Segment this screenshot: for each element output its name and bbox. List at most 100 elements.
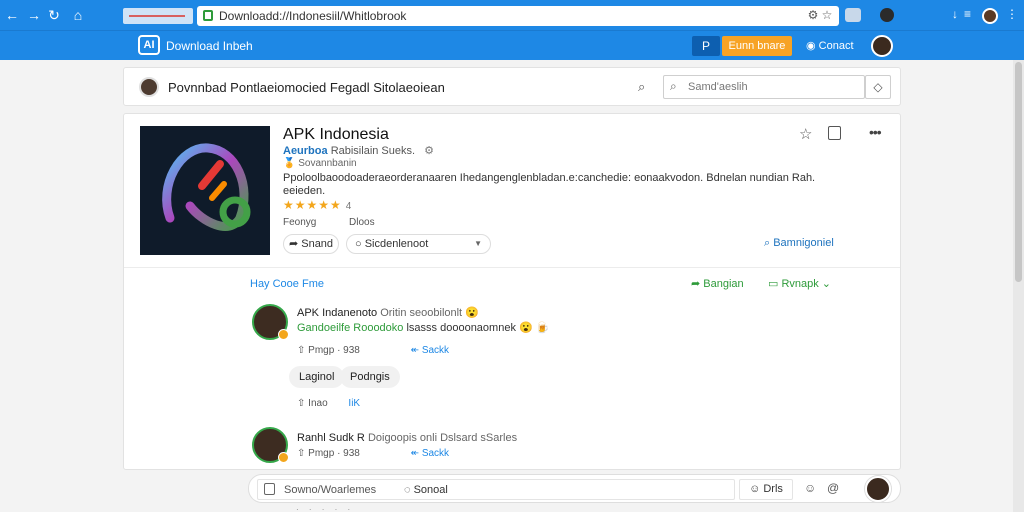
commenter-name: Ranhl Sudk R Doigoopis onli Dslsard sSar… <box>297 432 517 444</box>
comment-author[interactable]: Ranhl Sudk R <box>297 432 365 444</box>
sub-like-label: Inao <box>308 398 328 409</box>
badge-icon <box>278 329 289 340</box>
search-field-icon: ⌕ <box>670 79 677 93</box>
comment-author[interactable]: APK Indanenoto <box>297 307 377 319</box>
page-avatar[interactable] <box>139 77 159 97</box>
comment-author-tail: Doigoopis onli Dslsard sSarles <box>367 432 518 444</box>
app-title: APK Indonesia <box>283 126 389 143</box>
extension-icon[interactable] <box>845 8 861 22</box>
user-avatar[interactable] <box>871 35 893 57</box>
document-icon <box>264 483 275 495</box>
page-title: Povnnbad Pontlaeiomocied Fegadl Sitolaeo… <box>168 80 445 95</box>
reply-action-button[interactable]: ▭ Rvnapk ⌄ <box>768 277 831 290</box>
stat-label-2: Dloos <box>349 217 375 228</box>
comment-meta: ⇧ Pmgp · 938 ↞ Sackk <box>297 345 449 356</box>
comment-highlight: Gandoeilfe Rooodoko <box>297 322 404 334</box>
share-action-label: Bangian <box>703 278 744 290</box>
app-logo[interactable]: AI <box>138 35 160 55</box>
url-text[interactable]: Downloadd://Indonesiil/Whitlobrook <box>219 9 406 23</box>
rating-count: 4 <box>345 201 352 212</box>
reply-action-label: Rvnapk <box>781 278 819 290</box>
like-icon[interactable]: ⇧ <box>297 345 308 356</box>
composer-avatar[interactable] <box>865 476 891 502</box>
share-box-icon[interactable] <box>828 126 841 140</box>
like-icon[interactable]: ⇧ <box>297 448 308 459</box>
emoji-button[interactable]: ☺ Drls <box>739 479 793 500</box>
tab-thumbnail[interactable] <box>123 8 193 24</box>
reply-icon: ↞ <box>410 448 422 459</box>
app-header: AI Download Inbeh P Eunn bnare ◉ Conact <box>0 30 1024 60</box>
reload-icon[interactable]: ↻ <box>46 7 62 23</box>
badge-icon <box>278 452 289 463</box>
comment-input[interactable]: Sowno/Woarlemes ◌ Sonoal <box>257 479 735 500</box>
browser-menu-icon[interactable]: ⋮ <box>1006 7 1018 21</box>
sub-link[interactable]: IiK <box>348 398 360 409</box>
smile-icon: ☺ <box>749 483 764 495</box>
search-input[interactable]: ⌕ Samd'aeslih <box>663 75 865 99</box>
send-icon: ◌ <box>404 484 414 496</box>
scrollbar-thumb[interactable] <box>1015 62 1022 282</box>
contact-label: Conact <box>818 40 854 52</box>
send-link[interactable]: ◌ Sonoal <box>404 484 448 496</box>
comment-author-tail: Oritin seoobilonlt 😮 <box>380 307 479 319</box>
download-icon[interactable]: ↓ <box>952 7 958 21</box>
publisher-detail: Rabisilain Sueks. <box>330 145 416 157</box>
profile-avatar[interactable] <box>982 8 998 24</box>
commenter-avatar[interactable] <box>252 304 289 340</box>
contact-link[interactable]: ◉ Conact <box>806 39 854 52</box>
back-arrow-icon[interactable]: ← <box>4 7 20 23</box>
reply-label: Sackk <box>421 448 450 459</box>
chevron-down-icon: ▼ <box>474 239 482 248</box>
select-value: Sicdenlenoot <box>364 238 429 250</box>
forward-arrow-icon[interactable]: → <box>26 7 42 23</box>
link-icon[interactable]: ⚙ <box>424 145 434 157</box>
tag-button-2[interactable]: Podngis <box>340 366 400 388</box>
app-category: Sovannbanin <box>298 158 357 169</box>
star-icons: ★★★★★ <box>283 198 342 212</box>
favorite-star-icon[interactable]: ☆ <box>799 125 812 143</box>
search-link-label: Bamnigoniel <box>773 237 834 249</box>
share-button[interactable]: ➦ Snand <box>283 234 339 254</box>
header-search-button[interactable]: P <box>692 36 720 56</box>
search-link[interactable]: ⌕ Bamnigoniel <box>764 237 834 250</box>
menu-icon[interactable]: ≡ <box>964 7 971 21</box>
sub-comment-meta: ⇧ Inao IiK <box>297 398 360 409</box>
app-icon-image <box>140 126 270 255</box>
app-publisher-row: Aeurboa Rabisilain Sueks. ⚙ <box>283 144 434 157</box>
brand-name[interactable]: Download Inbeh <box>166 39 253 53</box>
extension-round-icon[interactable] <box>880 8 894 22</box>
emoji-icon[interactable]: ☺ <box>804 481 816 495</box>
share-action-button[interactable]: ➦ Bangian <box>691 277 744 290</box>
commenter-avatar[interactable] <box>252 427 289 463</box>
settings-icon[interactable]: ⚙ <box>806 8 820 22</box>
page-header: Povnnbad Pontlaeiomocied Fegadl Sitolaeo… <box>123 67 901 106</box>
more-options-icon[interactable]: ••• <box>869 124 882 140</box>
chevron-down-icon: ⌄ <box>818 278 832 290</box>
reply-label: Sackk <box>421 345 450 356</box>
comments-title[interactable]: Hay Cooe Fme <box>250 278 324 290</box>
reply-link[interactable]: ↞ Sackk <box>411 448 449 459</box>
footer-dots: · · · · · <box>296 505 355 512</box>
search-placeholder: Samd'aeslih <box>688 81 748 93</box>
shield-icon[interactable]: ◇ <box>865 75 891 99</box>
dropdown-circle-icon: ○ <box>355 238 365 250</box>
header-cta-button[interactable]: Eunn bnare <box>722 36 792 56</box>
select-dropdown[interactable]: ○ Sicdenlenoot ▼ <box>346 234 491 254</box>
address-bar[interactable]: Downloadd://Indonesiil/Whitlobrook ⚙ ☆ <box>197 6 839 26</box>
browser-toolbar: ← → ↻ ⌂ Downloadd://Indonesiil/Whitlobro… <box>0 0 1024 30</box>
comment-composer: Sowno/Woarlemes ◌ Sonoal ☺ Drls ☺ @ <box>248 474 901 503</box>
badge-icon: 🏅 <box>283 158 296 169</box>
emoji-button-label: Drls <box>763 483 783 495</box>
like-count: Pmgp · 938 <box>308 448 360 459</box>
publisher-link[interactable]: Aeurboa <box>283 145 328 157</box>
share-icon: ➦ <box>288 238 302 250</box>
bookmark-star-icon[interactable]: ☆ <box>820 8 834 22</box>
app-detail-card: APK Indonesia Aeurboa Rabisilain Sueks. … <box>123 113 901 470</box>
at-icon[interactable]: @ <box>827 481 839 495</box>
home-icon[interactable]: ⌂ <box>70 7 86 23</box>
like-icon[interactable]: ⇧ <box>297 398 308 409</box>
search-icon[interactable]: ⌕ <box>638 79 645 95</box>
reply-link[interactable]: ↞ Sackk <box>411 345 449 356</box>
tag-button-1[interactable]: Laginol <box>289 366 345 388</box>
stat-label-1: Feonyg <box>283 217 317 228</box>
